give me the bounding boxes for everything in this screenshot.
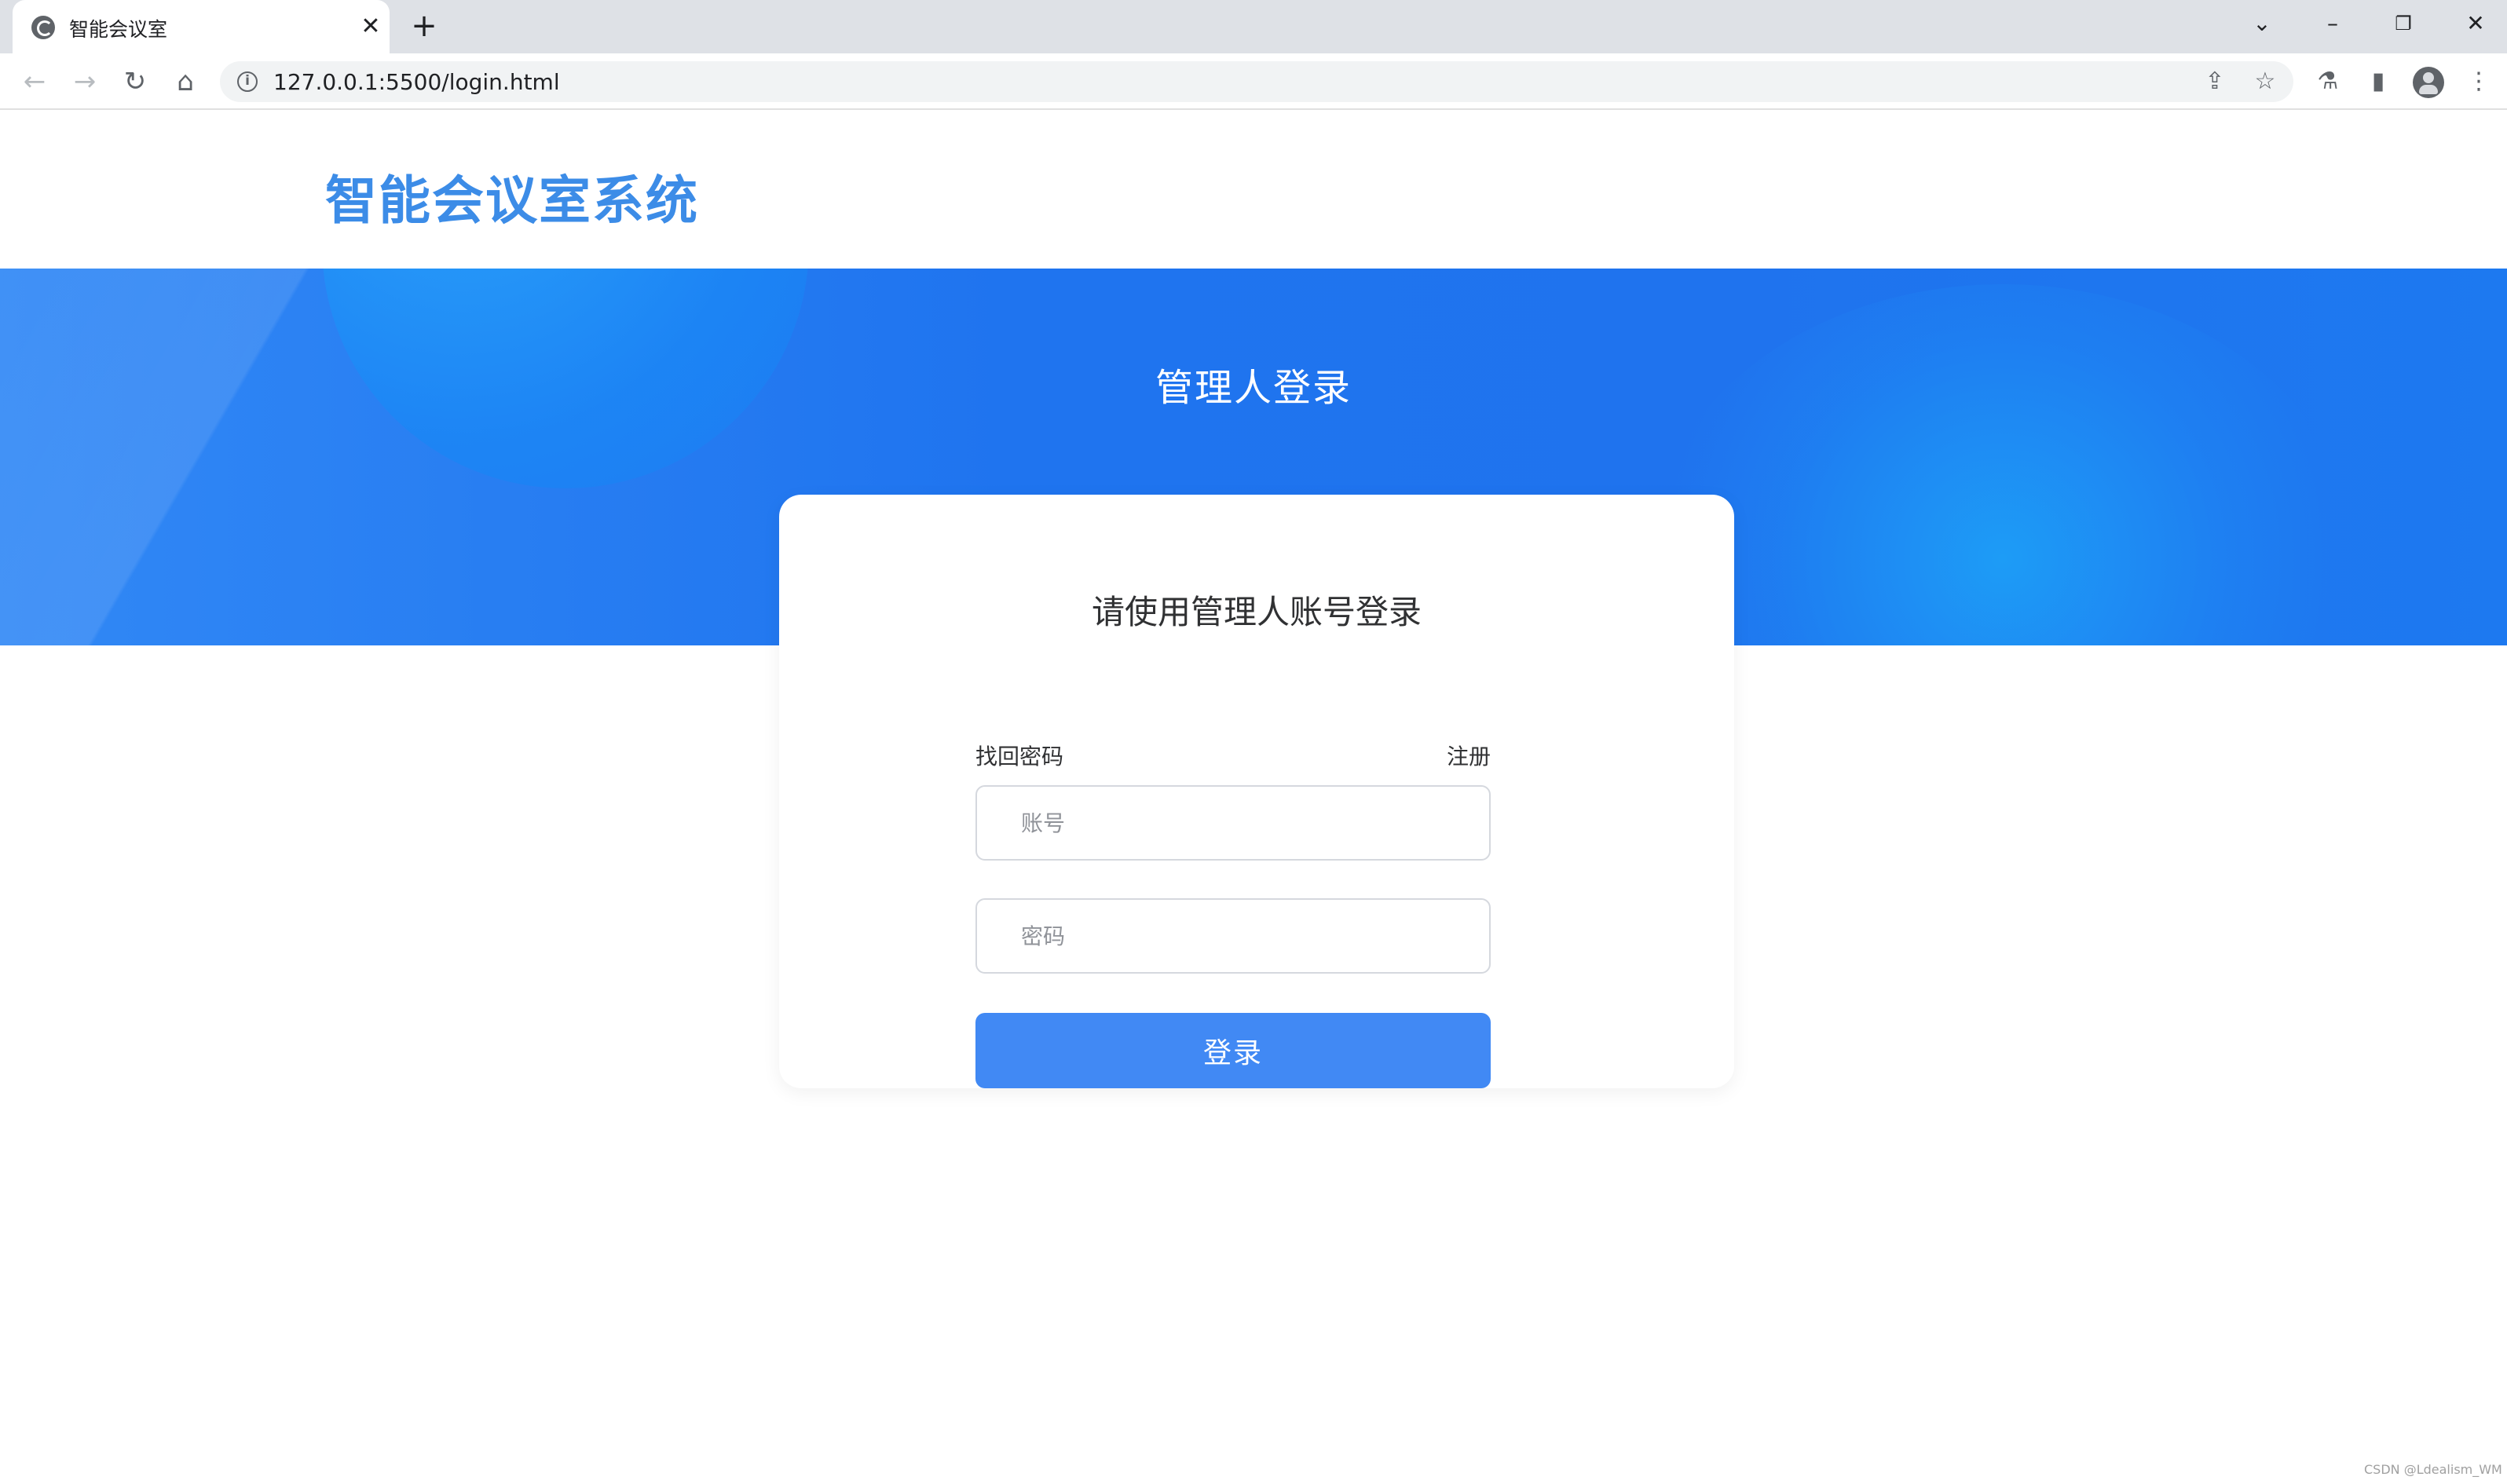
login-card: 请使用管理人账号登录 登录 [779,495,1734,1088]
register-link[interactable]: 注册 [1447,740,1491,771]
site-title: 智能会议室系统 [325,170,699,231]
banner-decoration [1649,284,2356,645]
globe-icon [31,16,55,39]
site-info-icon[interactable]: i [237,71,258,92]
banner-title: 管理人登录 [1155,366,1352,410]
share-icon[interactable]: ⇪ [2199,66,2231,97]
back-icon[interactable]: ← [16,63,53,101]
tab-search-chevron-icon[interactable]: ⌄ [2238,5,2286,42]
tab-title: 智能会议室 [69,18,168,41]
bookmark-star-icon[interactable]: ☆ [2249,66,2281,97]
home-icon[interactable]: ⌂ [167,63,204,101]
url-text[interactable]: 127.0.0.1:5500/login.html [273,69,560,95]
watermark: CSDN @Ldealism_WM [2364,1462,2502,1477]
tab-close-icon[interactable]: ✕ [355,11,386,42]
side-panel-icon[interactable]: ▮ [2361,64,2395,99]
browser-tab[interactable]: 智能会议室 ✕ [13,0,390,53]
close-window-button[interactable]: ✕ [2452,5,2499,42]
password-input[interactable] [975,898,1491,974]
browser-menu-icon[interactable]: ⋮ [2461,64,2496,99]
login-card-title: 请使用管理人账号登录 [1091,593,1422,631]
account-input[interactable] [975,785,1491,861]
browser-tab-strip: 智能会议室 ✕ + ⌄ – ❐ ✕ [0,0,2507,53]
minimize-button[interactable]: – [2309,5,2356,42]
forward-icon[interactable]: → [66,63,104,101]
new-tab-button[interactable]: + [405,8,443,46]
page-content: 智能会议室系统 管理人登录 请使用管理人账号登录 登录 找回密码 注册 [0,111,2507,1484]
labs-flask-icon[interactable]: ⚗ [2311,64,2345,99]
forgot-password-link[interactable]: 找回密码 [975,740,1063,771]
login-button[interactable]: 登录 [975,1013,1491,1088]
address-bar[interactable]: i 127.0.0.1:5500/login.html ⇪ ☆ [220,61,2293,102]
reload-icon[interactable]: ↻ [116,63,154,101]
restore-button[interactable]: ❐ [2380,5,2427,42]
browser-toolbar: ← → ↻ ⌂ i 127.0.0.1:5500/login.html ⇪ ☆ … [0,53,2507,110]
profile-avatar-icon[interactable] [2413,67,2444,98]
